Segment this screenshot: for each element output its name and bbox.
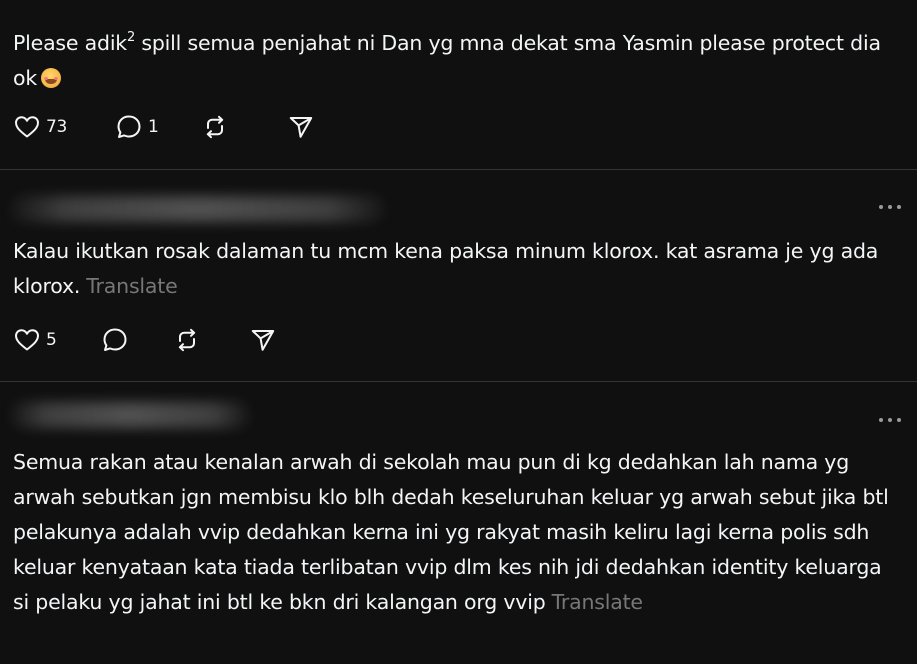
like-count: 5 xyxy=(46,330,57,350)
pleading-face-emoji-icon xyxy=(41,68,62,88)
post-1-text: Please adik2 spill semua penjahat ni Dan… xyxy=(13,20,903,96)
post-1-text-end: spill semua penjahat ni Dan yg mna dekat… xyxy=(13,31,881,90)
translate-link[interactable]: Translate xyxy=(552,590,643,614)
more-options-icon[interactable] xyxy=(879,416,901,424)
blurred-username xyxy=(10,402,250,428)
reply-button[interactable] xyxy=(102,326,174,354)
repost-icon xyxy=(178,328,196,352)
post-2-text: Kalau ikutkan rosak dalaman tu mcm kena … xyxy=(13,234,903,304)
share-button[interactable] xyxy=(250,326,290,354)
more-options-icon[interactable] xyxy=(879,203,901,211)
blurred-username xyxy=(10,196,385,222)
like-button[interactable]: 5 xyxy=(14,326,102,354)
heart-icon xyxy=(15,116,39,138)
post-3: Semua rakan atau kenalan arwah di sekola… xyxy=(0,382,917,664)
like-button[interactable]: 73 xyxy=(14,113,116,141)
post-3-body: Semua rakan atau kenalan arwah di sekola… xyxy=(13,450,889,614)
post-3-text: Semua rakan atau kenalan arwah di sekola… xyxy=(13,445,903,620)
heart-icon xyxy=(15,329,39,351)
post-2: Kalau ikutkan rosak dalaman tu mcm kena … xyxy=(0,170,917,381)
reply-button[interactable]: 1 xyxy=(116,113,202,141)
translate-link[interactable]: Translate xyxy=(86,274,177,298)
comment-icon xyxy=(103,328,127,351)
repost-button[interactable] xyxy=(202,113,288,141)
post-2-actions: 5 xyxy=(14,326,290,354)
share-icon xyxy=(251,330,275,351)
post-1-actions: 73 1 xyxy=(14,113,328,141)
post-1: Please adik2 spill semua penjahat ni Dan… xyxy=(0,0,917,169)
like-count: 73 xyxy=(46,117,68,137)
repost-icon xyxy=(206,115,224,139)
post-1-text-start: Please adik xyxy=(13,31,127,55)
share-button[interactable] xyxy=(288,113,328,141)
share-icon xyxy=(289,117,313,138)
reply-count: 1 xyxy=(148,117,159,137)
comment-icon xyxy=(117,115,141,138)
post-1-superscript: 2 xyxy=(126,30,136,45)
repost-button[interactable] xyxy=(174,326,250,354)
